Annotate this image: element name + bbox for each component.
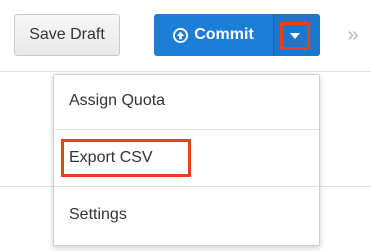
double-chevron-right-icon[interactable]: » [342,22,364,48]
menu-separator [54,129,319,130]
commit-dropdown-toggle[interactable] [280,22,310,50]
menu-item-export-csv[interactable]: Export CSV [54,132,319,184]
arrow-circle-up-icon [173,27,189,43]
actions-dropdown-menu: Assign Quota Export CSV Settings [53,74,320,246]
commit-button-label: Commit [194,26,254,43]
toolbar-divider [0,71,371,72]
chevron-down-icon [290,33,300,39]
menu-item-settings[interactable]: Settings [54,189,319,241]
menu-item-assign-quota[interactable]: Assign Quota [54,75,319,127]
commit-button[interactable]: Commit [154,14,273,56]
export-csv-highlight [61,139,191,177]
menu-separator [54,186,319,187]
save-draft-button[interactable]: Save Draft [14,14,120,56]
